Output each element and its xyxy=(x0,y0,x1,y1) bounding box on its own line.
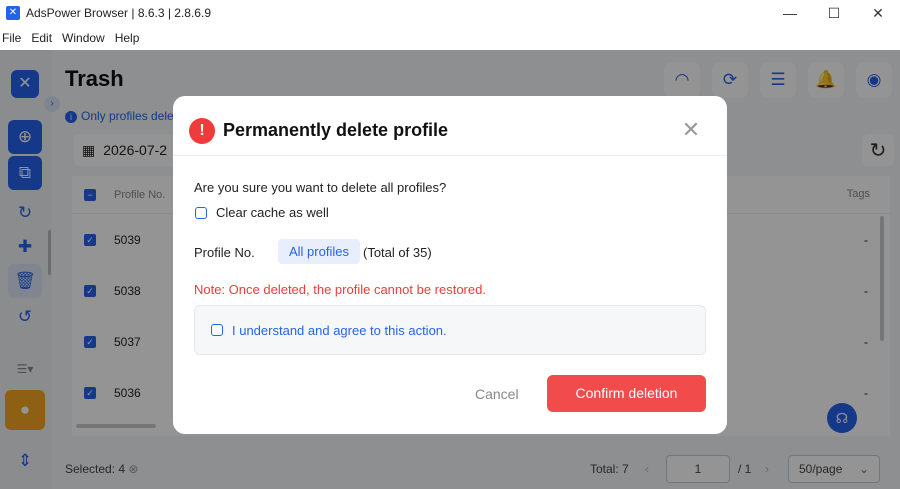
all-profiles-tag: All profiles xyxy=(278,239,360,264)
close-window-button[interactable]: ✕ xyxy=(856,0,900,26)
delete-profile-dialog: ! Permanently delete profile ✕ Are you s… xyxy=(173,96,727,434)
profile-no-label: Profile No. xyxy=(194,245,255,260)
menu-file[interactable]: File xyxy=(2,31,21,45)
confirm-question: Are you sure you want to delete all prof… xyxy=(194,180,447,195)
clear-cache-checkbox[interactable]: Clear cache as well xyxy=(195,205,329,220)
cancel-button[interactable]: Cancel xyxy=(475,386,519,402)
warning-icon: ! xyxy=(189,118,215,144)
app-logo-icon: ✕ xyxy=(6,6,20,20)
menu-edit[interactable]: Edit xyxy=(31,31,52,45)
menu-help[interactable]: Help xyxy=(115,31,140,45)
confirm-deletion-button[interactable]: Confirm deletion xyxy=(547,375,706,412)
agree-checkbox[interactable]: I understand and agree to this action. xyxy=(194,305,706,355)
window-controls: — ☐ ✕ xyxy=(768,0,900,26)
warning-note: Note: Once deleted, the profile cannot b… xyxy=(194,282,486,297)
checkbox-icon[interactable] xyxy=(195,206,207,219)
menu-window[interactable]: Window xyxy=(62,31,105,45)
minimize-button[interactable]: — xyxy=(768,0,812,26)
profile-total: (Total of 35) xyxy=(363,245,432,260)
agree-label: I understand and agree to this action. xyxy=(232,322,447,338)
close-icon[interactable]: ✕ xyxy=(679,118,703,142)
dialog-header: ! Permanently delete profile ✕ xyxy=(173,96,727,156)
window-title: AdsPower Browser | 8.6.3 | 2.8.6.9 xyxy=(26,6,211,20)
maximize-button[interactable]: ☐ xyxy=(812,0,856,26)
dialog-title: Permanently delete profile xyxy=(223,120,449,140)
clear-cache-label: Clear cache as well xyxy=(216,205,329,220)
title-bar: ✕ AdsPower Browser | 8.6.3 | 2.8.6.9 — ☐… xyxy=(0,0,900,26)
checkbox-icon[interactable] xyxy=(211,324,223,336)
menu-bar: File Edit Window Help xyxy=(0,26,900,50)
